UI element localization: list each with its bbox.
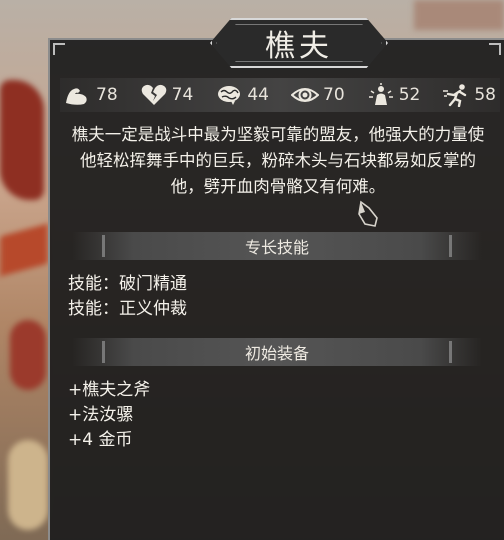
equipment-list: +樵夫之斧 +法汝骡 +4 金币: [68, 378, 150, 453]
mouse-cursor-icon: [358, 200, 378, 227]
background-figure: [8, 440, 48, 530]
stat-value: 74: [171, 85, 194, 105]
brain-icon: [218, 86, 241, 105]
eye-icon: [291, 88, 320, 102]
character-name: 樵夫: [265, 29, 333, 64]
background-roof: [0, 223, 48, 277]
panel-corner-ornament: [489, 43, 501, 55]
equipment-item[interactable]: +4 金币: [68, 428, 150, 453]
background-banner: [10, 320, 46, 390]
broken-heart-icon: [141, 84, 166, 105]
running-figure-icon: [443, 84, 467, 107]
stat-value: 52: [398, 85, 421, 105]
skills-section-title: 专长技能: [244, 238, 309, 257]
skill-item[interactable]: 技能：正义仲裁: [68, 297, 187, 322]
stat-value: 70: [323, 85, 345, 105]
background-structure: [414, 0, 504, 30]
character-info-panel: 樵夫 78 74 44 70 52 58 樵夫一定是战斗中最为坚毅可靠的盟友，他…: [48, 18, 504, 540]
stat-strength[interactable]: 78: [64, 83, 118, 107]
stat-value: 78: [96, 85, 118, 105]
stat-intelligence[interactable]: 44: [215, 83, 269, 107]
skills-section-header: 专长技能: [72, 232, 482, 260]
spirit-figure-icon: [368, 83, 393, 105]
attribute-stats-bar: 78 74 44 70 52 58: [60, 78, 500, 112]
equipment-item[interactable]: +法汝骡: [68, 403, 150, 428]
equipment-item[interactable]: +樵夫之斧: [68, 378, 150, 403]
stat-spirit[interactable]: 52: [367, 83, 421, 107]
character-name-plate: 樵夫: [210, 18, 388, 68]
skill-item[interactable]: 技能：破门精通: [68, 272, 187, 297]
strength-arm-icon: [66, 88, 87, 105]
panel-corner-ornament: [53, 43, 65, 55]
background-banner: [0, 80, 44, 200]
stat-value: 58: [474, 85, 496, 105]
stat-value: 44: [247, 85, 269, 105]
stat-constitution[interactable]: 74: [140, 83, 194, 107]
character-description: 樵夫一定是战斗中最为坚毅可靠的盟友，他强大的力量使他轻松挥舞手中的巨兵，粉碎木头…: [71, 125, 485, 196]
equipment-section-title: 初始装备: [244, 344, 309, 363]
stat-perception[interactable]: 70: [291, 83, 345, 107]
stat-agility[interactable]: 58: [442, 83, 496, 107]
skills-list: 技能：破门精通 技能：正义仲裁: [68, 272, 187, 322]
equipment-section-header: 初始装备: [72, 338, 482, 366]
